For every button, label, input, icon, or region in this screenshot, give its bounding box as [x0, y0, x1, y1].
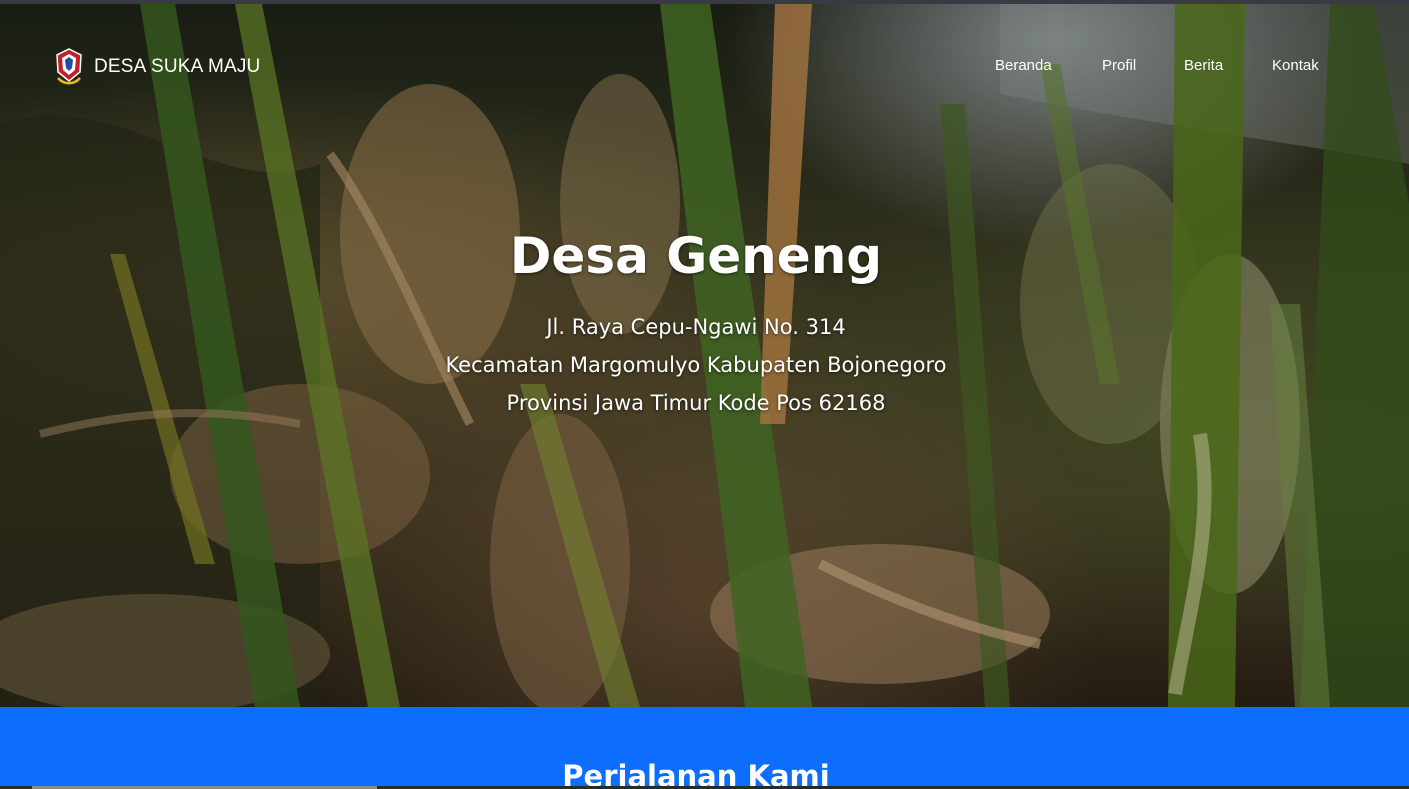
hero-title: Desa Geneng: [509, 227, 883, 285]
top-navbar: DESA SUKA MAJU Beranda Profil Berita Kon…: [0, 40, 1409, 92]
section-title: Perjalanan Kami: [562, 759, 830, 789]
hero-address-street: Jl. Raya Cepu-Ngawi No. 314: [546, 315, 846, 339]
hero-address-district: Kecamatan Margomulyo Kabupaten Bojonegor…: [445, 353, 947, 377]
nav-link-berita[interactable]: Berita: [1184, 57, 1223, 74]
nav-link-beranda[interactable]: Beranda: [995, 57, 1052, 74]
brand[interactable]: DESA SUKA MAJU: [54, 48, 260, 86]
brand-name: DESA SUKA MAJU: [94, 56, 261, 77]
hero-banner: DESA SUKA MAJU Beranda Profil Berita Kon…: [0, 4, 1409, 707]
hero-address-province: Provinsi Jawa Timur Kode Pos 62168: [506, 391, 886, 415]
nav-link-kontak[interactable]: Kontak: [1272, 57, 1319, 74]
journey-section: Perjalanan Kami: [0, 707, 1409, 789]
hero-content: Desa Geneng Jl. Raya Cepu-Ngawi No. 314 …: [0, 224, 1392, 422]
village-emblem-icon: [56, 48, 82, 85]
nav-link-profil[interactable]: Profil: [1102, 57, 1136, 74]
